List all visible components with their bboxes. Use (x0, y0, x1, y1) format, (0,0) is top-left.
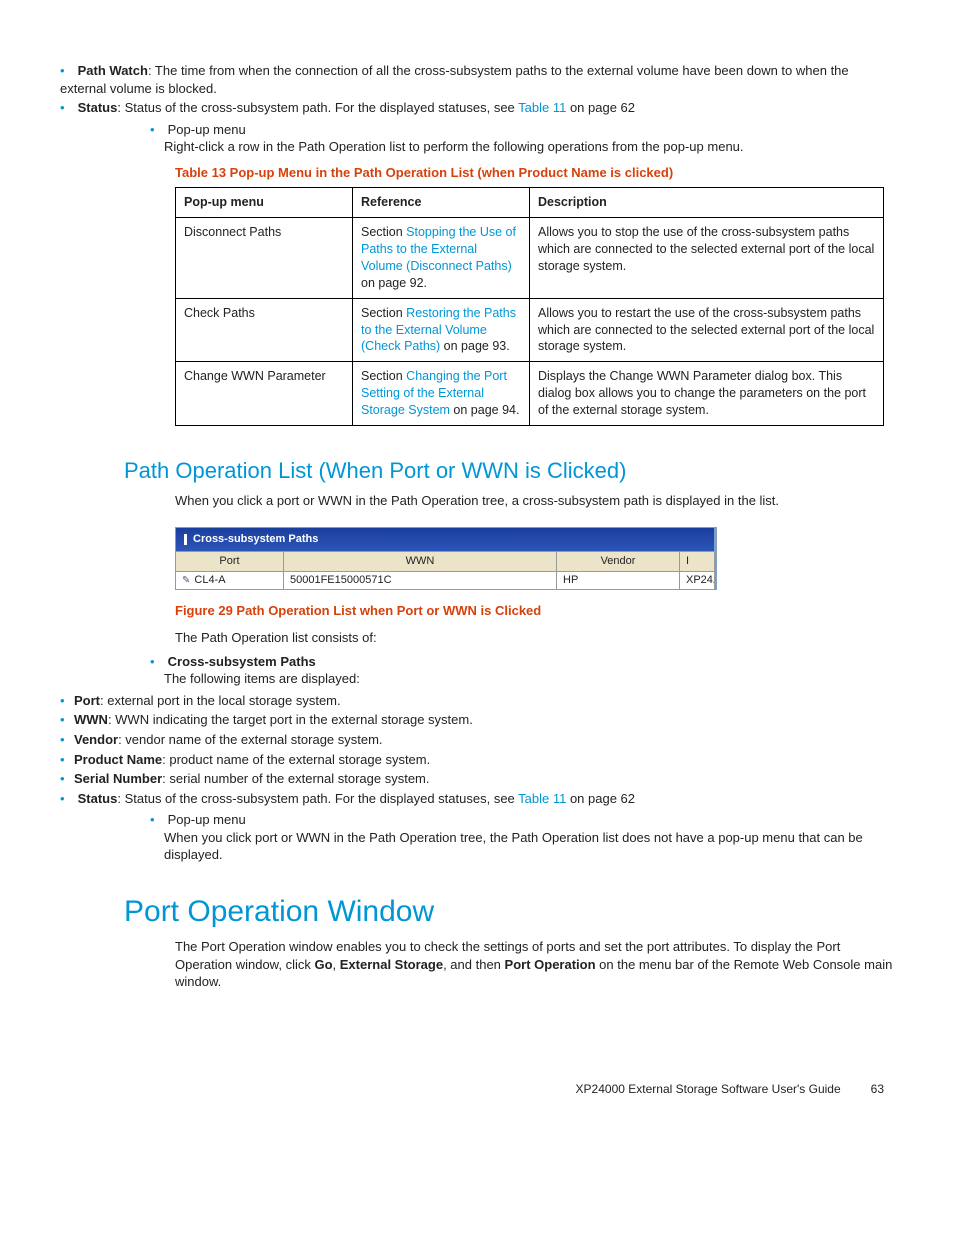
label: Cross-subsystem Paths (168, 654, 316, 669)
label: Status (78, 100, 118, 115)
text: Right-click a row in the Path Operation … (164, 138, 894, 156)
top-bullet-list: Path Watch: The time from when the conne… (60, 62, 894, 117)
doc-title: XP24000 External Storage Software User's… (576, 1082, 841, 1096)
port-operation-window-heading: Port Operation Window (124, 892, 894, 933)
col-header: Description (530, 188, 884, 218)
cell-wwn: 50001FE15000571C (284, 572, 557, 589)
figure-29-caption: Figure 29 Path Operation List when Port … (175, 602, 894, 620)
col-header: Reference (353, 188, 530, 218)
list-item: Pop-up menu When you click port or WWN i… (150, 811, 894, 864)
path-operation-list-heading: Path Operation List (When Port or WWN is… (124, 456, 894, 486)
popup-menu-bullet: Pop-up menu Right-click a row in the Pat… (150, 121, 894, 156)
col-port[interactable]: Port (176, 552, 284, 571)
cell: Allows you to stop the use of the cross-… (530, 218, 884, 299)
intro-text: When you click a port or WWN in the Path… (175, 492, 894, 510)
col-wwn[interactable]: WWN (284, 552, 557, 571)
col-vendor[interactable]: Vendor (557, 552, 680, 571)
table-13-caption: Table 13 Pop-up Menu in the Path Operati… (175, 164, 894, 182)
text: The Path Operation list consists of: (175, 629, 894, 647)
table-header: Port WWN Vendor I (175, 551, 715, 572)
list-item: Status: Status of the cross-subsystem pa… (60, 99, 894, 117)
table-11-link[interactable]: Table 11 (518, 791, 566, 806)
list-item: Status: Status of the cross-subsystem pa… (60, 790, 894, 808)
cell-last: XP24 (680, 572, 714, 589)
col-header: Pop-up menu (176, 188, 353, 218)
list-item: Pop-up menu Right-click a row in the Pat… (150, 121, 894, 156)
table-13: Pop-up menu Reference Description Discon… (175, 187, 884, 426)
list-item: WWN: WWN indicating the target port in t… (60, 711, 894, 729)
cell: Allows you to restart the use of the cro… (530, 298, 884, 362)
cell: Check Paths (176, 298, 353, 362)
col-last[interactable]: I (680, 552, 714, 571)
label: Pop-up menu (168, 122, 246, 137)
sort-asc-icon[interactable] (713, 577, 714, 583)
list-item: Path Watch: The time from when the conne… (60, 62, 894, 97)
cell-vendor: HP (557, 572, 680, 589)
page-number: 63 (844, 1081, 884, 1097)
text: The following items are displayed: (164, 670, 894, 688)
port-icon: ✎ (182, 575, 190, 586)
port-op-text: The Port Operation window enables you to… (175, 938, 894, 991)
cell: Displays the Change WWN Parameter dialog… (530, 362, 884, 426)
cell: Disconnect Paths (176, 218, 353, 299)
table-row: Change WWN Parameter Section Changing th… (176, 362, 884, 426)
list-item: Product Name: product name of the extern… (60, 751, 894, 769)
list-item: Serial Number: serial number of the exte… (60, 770, 894, 788)
panel-title: Cross-subsystem Paths (175, 527, 715, 551)
cell: Section Restoring the Paths to the Exter… (353, 298, 530, 362)
table-row: Check Paths Section Restoring the Paths … (176, 298, 884, 362)
table-11-link[interactable]: Table 11 (518, 100, 566, 115)
list-item: Cross-subsystem Paths The following item… (150, 653, 894, 688)
label: Path Watch (78, 63, 148, 78)
text: When you click port or WWN in the Path O… (164, 829, 894, 864)
list-item: Port: external port in the local storage… (60, 692, 894, 710)
cell: Section Changing the Port Setting of the… (353, 362, 530, 426)
list-item: Vendor: vendor name of the external stor… (60, 731, 894, 749)
text: on page 62 (566, 100, 635, 115)
label: Pop-up menu (168, 812, 246, 827)
text: : Status of the cross-subsystem path. Fo… (117, 100, 518, 115)
csp-bullet: Cross-subsystem Paths The following item… (150, 653, 894, 688)
cell-port: ✎CL4-A (176, 572, 284, 589)
table-row[interactable]: ✎CL4-A 50001FE15000571C HP XP24 (175, 572, 715, 590)
figure-29-screenshot: Cross-subsystem Paths Port WWN Vendor I … (175, 527, 717, 590)
text: : The time from when the connection of a… (60, 63, 849, 96)
cell: Section Stopping the Use of Paths to the… (353, 218, 530, 299)
cell: Change WWN Parameter (176, 362, 353, 426)
page-footer: XP24000 External Storage Software User's… (60, 1081, 894, 1097)
csp-items-list: Port: external port in the local storage… (60, 692, 894, 807)
table-row: Disconnect Paths Section Stopping the Us… (176, 218, 884, 299)
popup-bullet: Pop-up menu When you click port or WWN i… (150, 811, 894, 864)
table-header-row: Pop-up menu Reference Description (176, 188, 884, 218)
